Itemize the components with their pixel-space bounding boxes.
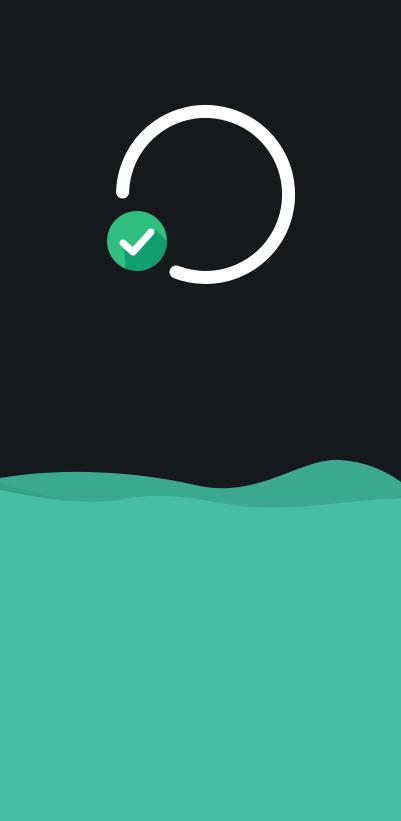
success-screen xyxy=(0,0,401,821)
check-circle-icon xyxy=(107,211,167,271)
wave-footer xyxy=(0,459,401,821)
